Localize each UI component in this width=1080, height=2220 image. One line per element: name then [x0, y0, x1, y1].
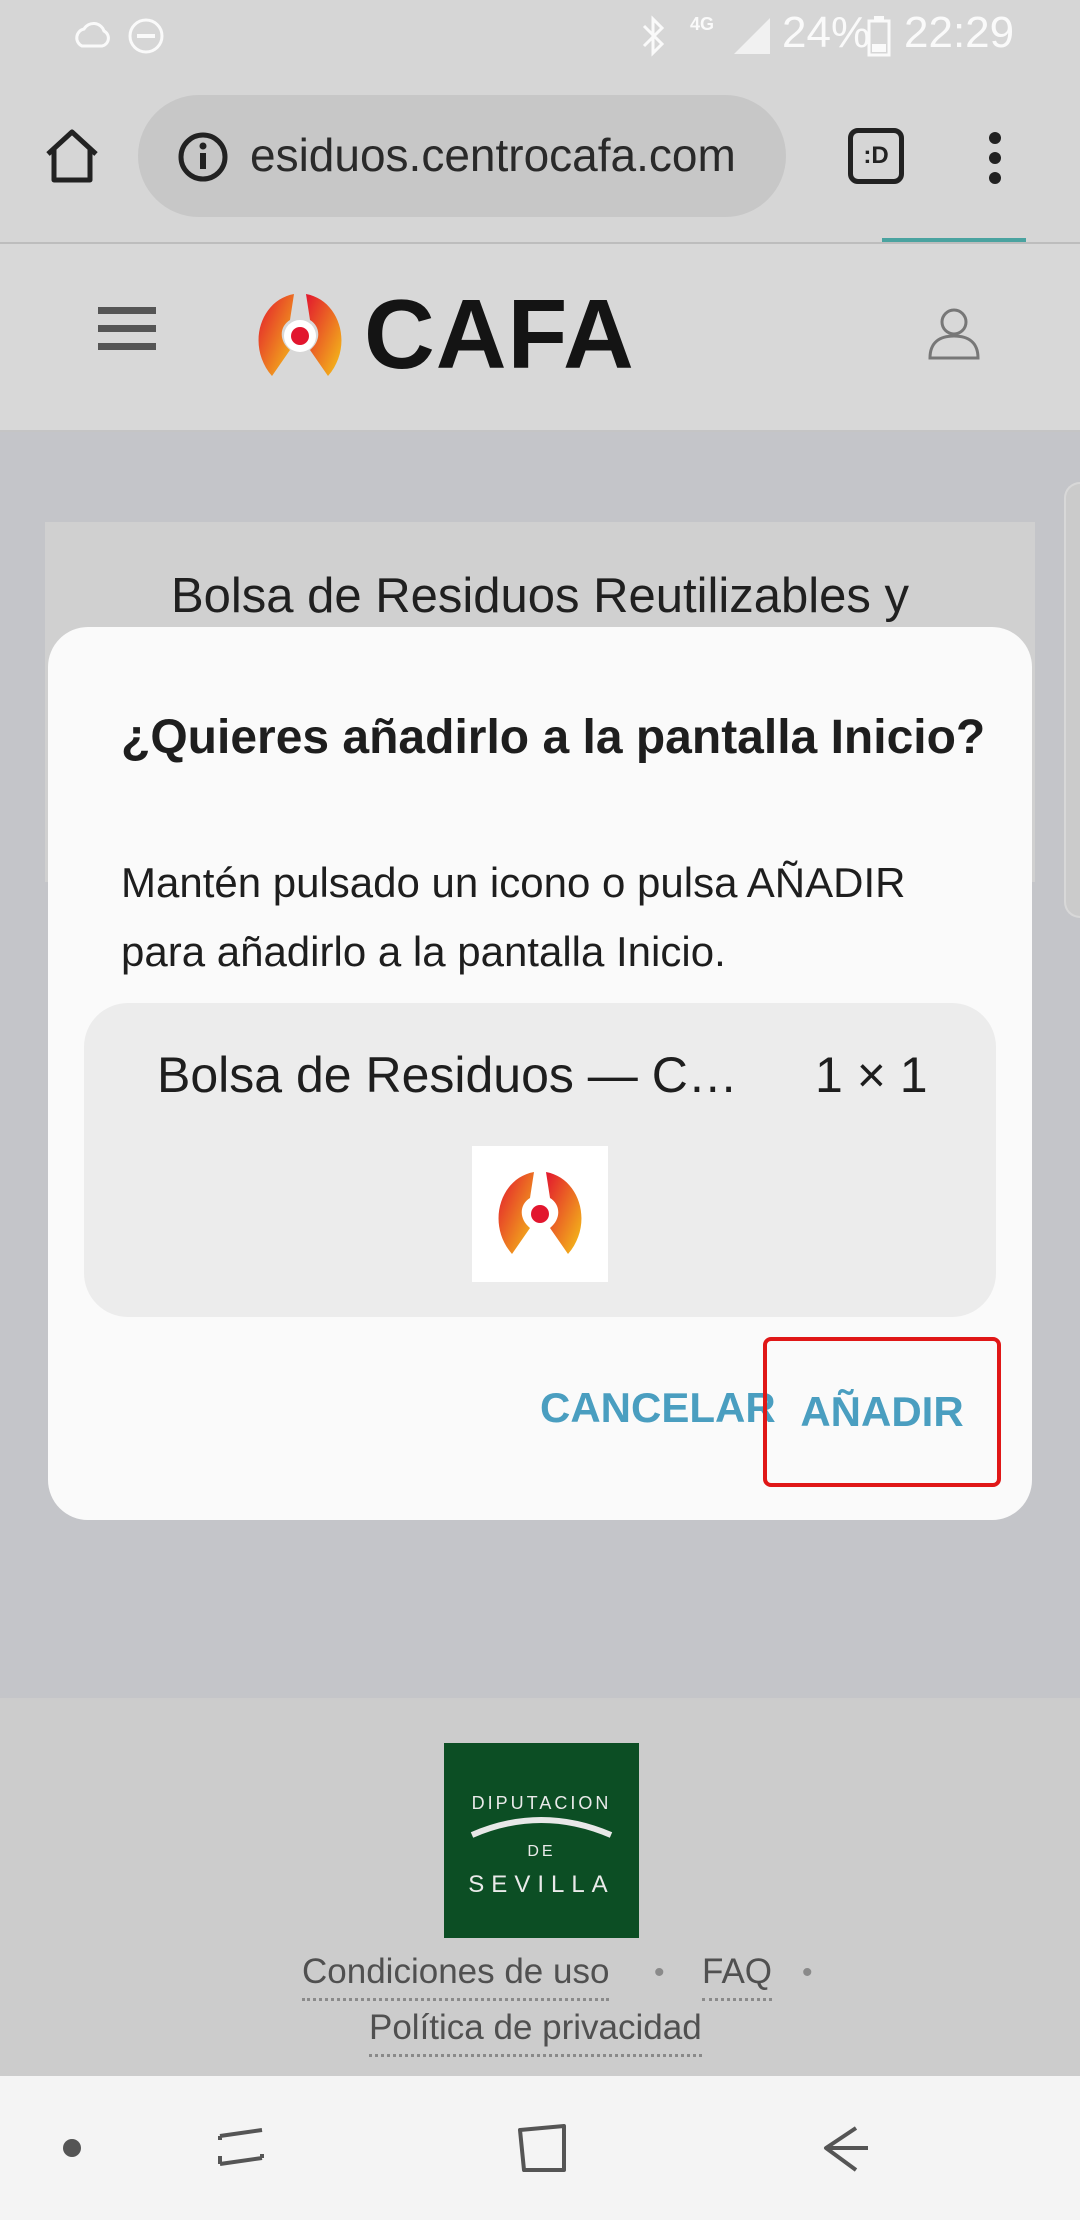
diputacion-sevilla-logo[interactable]: DIPUTACION DE SEVILLA	[444, 1743, 639, 1938]
status-bar: 4G 24% 22:29	[0, 0, 1080, 72]
clock: 22:29	[904, 8, 1015, 57]
info-icon[interactable]	[176, 130, 230, 184]
dialog-title: ¿Quieres añadirlo a la pantalla Inicio?	[121, 711, 986, 764]
more-options-icon[interactable]	[980, 128, 1010, 188]
shortcut-app-icon[interactable]	[472, 1146, 608, 1282]
shortcut-name: Bolsa de Residuos — C…	[157, 1047, 738, 1103]
footer-separator: •	[802, 1956, 813, 1989]
add-button-label: AÑADIR	[800, 1388, 964, 1435]
sevilla-logo-line1: DIPUTACION	[471, 1793, 612, 1813]
url-text[interactable]: esiduos.centrocafa.com	[250, 128, 770, 182]
sevilla-emblem-icon	[470, 1817, 613, 1838]
weather-icon	[75, 22, 110, 48]
back-icon[interactable]	[816, 2120, 872, 2176]
user-account-icon[interactable]	[924, 302, 984, 362]
footer-separator: •	[654, 1956, 665, 1989]
home-button-icon[interactable]	[514, 2120, 570, 2176]
home-icon[interactable]	[40, 124, 104, 188]
page-title: Bolsa de Residuos Reutilizables y	[170, 569, 910, 623]
hamburger-menu-icon[interactable]	[96, 303, 158, 355]
signal-icon	[734, 18, 770, 54]
cafa-icon	[498, 1172, 582, 1254]
site-logo-text[interactable]: CAFA	[364, 278, 635, 391]
cancel-button[interactable]: CANCELAR	[540, 1384, 776, 1432]
tab-switcher-button[interactable]: :D	[848, 128, 904, 184]
faq-link[interactable]: FAQ	[702, 1952, 773, 2001]
terms-link[interactable]: Condiciones de uso	[302, 1952, 610, 2001]
navigation-bar	[0, 2076, 1080, 2220]
page-load-indicator	[882, 238, 1026, 242]
battery-icon	[867, 16, 891, 57]
do-not-disturb-icon	[128, 18, 164, 54]
dialog-message: Mantén pulsado un icono o pulsa AÑADIR p…	[121, 859, 906, 975]
bluetooth-icon	[642, 15, 665, 57]
cafa-logo-icon[interactable]	[250, 290, 350, 384]
keyboard-dot-icon[interactable]	[58, 2134, 86, 2162]
add-button[interactable]: AÑADIR	[763, 1337, 1001, 1487]
battery-percentage: 24%	[782, 8, 871, 57]
recent-apps-icon[interactable]	[214, 2120, 270, 2176]
sevilla-logo-line3: SEVILLA	[468, 1871, 615, 1898]
privacy-link[interactable]: Política de privacidad	[369, 2008, 702, 2057]
sevilla-logo-line2: DE	[527, 1843, 556, 1860]
shortcut-size: 1 × 1	[815, 1047, 928, 1103]
network-type: 4G	[690, 14, 715, 34]
scrollbar[interactable]	[1064, 482, 1080, 918]
